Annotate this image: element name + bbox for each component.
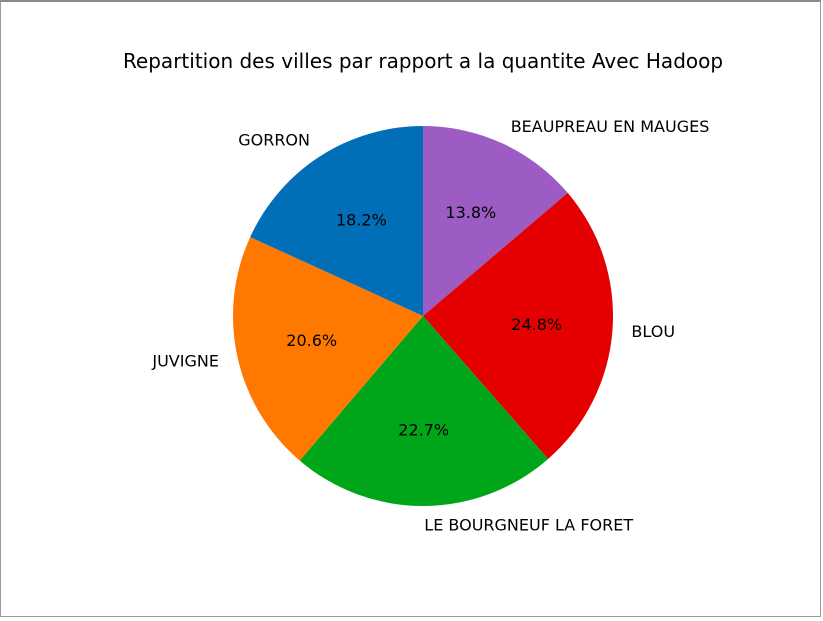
slice-percent-label: 18.2% xyxy=(336,211,387,230)
pie-chart: Repartition des villes par rapport a la … xyxy=(123,49,723,534)
slice-category-label: GORRON xyxy=(238,131,310,150)
slice-percent-label: 20.6% xyxy=(286,331,337,350)
slice-percent-label: 22.7% xyxy=(398,420,449,439)
chart-title: Repartition des villes par rapport a la … xyxy=(123,49,723,73)
slice-percent-label: 13.8% xyxy=(445,203,496,222)
slice-percent-label: 24.8% xyxy=(511,315,562,334)
slice-category-label: BEAUPREAU EN MAUGES xyxy=(511,117,710,136)
figure-frame: Repartition des villes par rapport a la … xyxy=(0,0,821,617)
slice-category-label: LE BOURGNEUF LA FORET xyxy=(424,515,633,534)
slice-category-label: JUVIGNE xyxy=(151,352,219,371)
slice-category-label: BLOU xyxy=(631,322,675,341)
